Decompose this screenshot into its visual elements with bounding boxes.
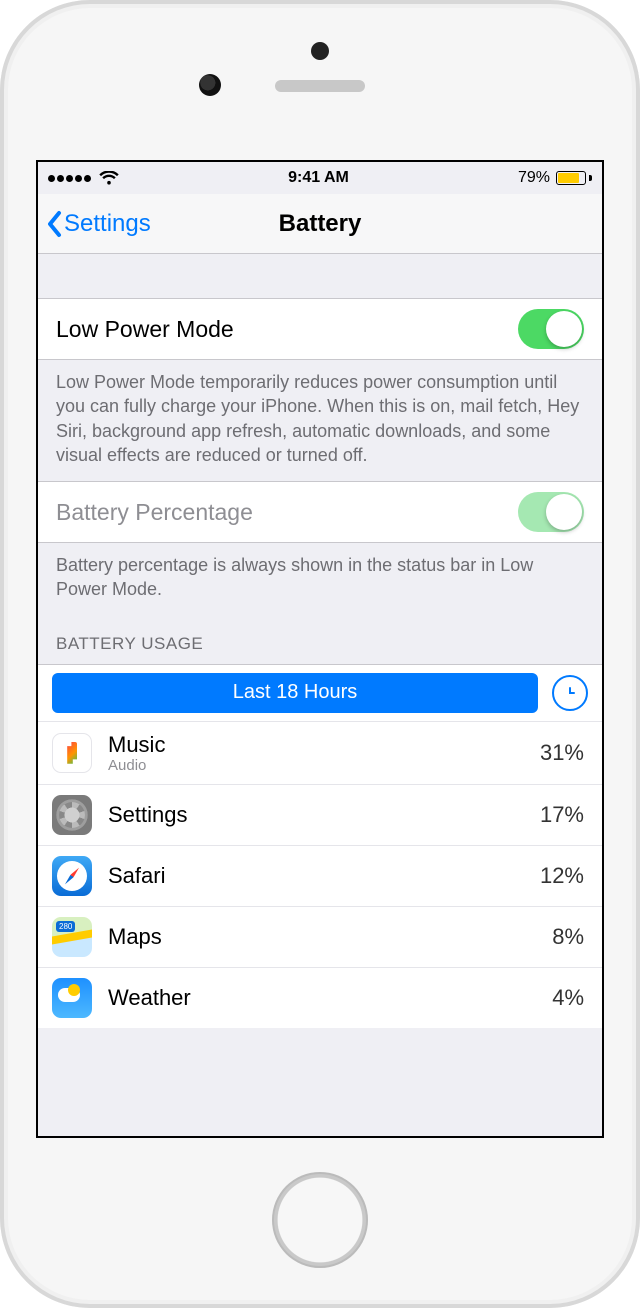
usage-app-percent: 17% — [540, 802, 584, 828]
home-button[interactable] — [272, 1172, 368, 1268]
page-title: Battery — [279, 210, 362, 238]
status-time: 9:41 AM — [288, 169, 349, 187]
usage-row-weather[interactable]: Weather4% — [38, 967, 602, 1028]
screen: 9:41 AM 79% Settings Battery Low Power M… — [36, 160, 604, 1138]
usage-app-name: Safari — [108, 863, 540, 889]
back-button[interactable]: Settings — [46, 194, 151, 253]
usage-row-text: Maps — [108, 924, 552, 950]
usage-clock-button[interactable] — [552, 675, 588, 711]
usage-row-settings[interactable]: Settings17% — [38, 784, 602, 845]
usage-list: MusicAudio31%Settings17%Safari12%Maps8%W… — [38, 721, 602, 1028]
low-power-mode-switch[interactable] — [518, 309, 584, 349]
usage-app-subtitle: Audio — [108, 757, 540, 774]
usage-row-text: MusicAudio — [108, 732, 540, 774]
usage-app-percent: 4% — [552, 985, 584, 1011]
mute-switch — [0, 235, 2, 275]
proximity-sensor — [311, 42, 329, 60]
signal-dots-icon — [48, 169, 93, 187]
usage-app-percent: 31% — [540, 740, 584, 766]
earpiece-speaker — [275, 80, 365, 92]
battery-percentage-label: Battery Percentage — [56, 499, 253, 526]
content: Low Power Mode Low Power Mode temporaril… — [38, 254, 602, 1136]
battery-percentage-cell: Battery Percentage — [38, 481, 602, 543]
battery-usage-header: BATTERY USAGE — [38, 616, 602, 664]
battery-percentage-footer: Battery percentage is always shown in th… — [38, 543, 602, 616]
clock-icon — [560, 683, 580, 703]
usage-app-name: Maps — [108, 924, 552, 950]
phone-frame: 9:41 AM 79% Settings Battery Low Power M… — [0, 0, 640, 1308]
music-app-icon — [52, 733, 92, 773]
usage-row-music[interactable]: MusicAudio31% — [38, 721, 602, 784]
nav-bar: Settings Battery — [38, 194, 602, 254]
low-power-mode-footer: Low Power Mode temporarily reduces power… — [38, 360, 602, 481]
usage-app-name: Settings — [108, 802, 540, 828]
usage-row-safari[interactable]: Safari12% — [38, 845, 602, 906]
chevron-left-icon — [46, 210, 62, 238]
usage-row-text: Weather — [108, 985, 552, 1011]
usage-row-maps[interactable]: Maps8% — [38, 906, 602, 967]
low-power-mode-label: Low Power Mode — [56, 316, 234, 343]
usage-segment-row: Last 18 Hours — [38, 664, 602, 721]
weather-app-icon — [52, 978, 92, 1018]
status-bar: 9:41 AM 79% — [38, 162, 602, 194]
maps-app-icon — [52, 917, 92, 957]
wifi-icon — [99, 171, 119, 185]
usage-app-percent: 8% — [552, 924, 584, 950]
usage-row-text: Safari — [108, 863, 540, 889]
safari-app-icon — [52, 856, 92, 896]
status-battery-pct: 79% — [518, 169, 550, 187]
volume-up-button — [0, 300, 2, 370]
front-camera — [199, 74, 221, 96]
usage-row-text: Settings — [108, 802, 540, 828]
back-label: Settings — [64, 210, 151, 238]
battery-icon — [556, 171, 592, 185]
usage-segment-selected[interactable]: Last 18 Hours — [52, 673, 538, 713]
low-power-mode-cell[interactable]: Low Power Mode — [38, 298, 602, 360]
settings-app-icon — [52, 795, 92, 835]
usage-app-name: Music — [108, 732, 540, 758]
usage-app-name: Weather — [108, 985, 552, 1011]
usage-app-percent: 12% — [540, 863, 584, 889]
volume-down-button — [0, 390, 2, 460]
usage-segment-label: Last 18 Hours — [233, 681, 358, 704]
battery-percentage-switch — [518, 492, 584, 532]
